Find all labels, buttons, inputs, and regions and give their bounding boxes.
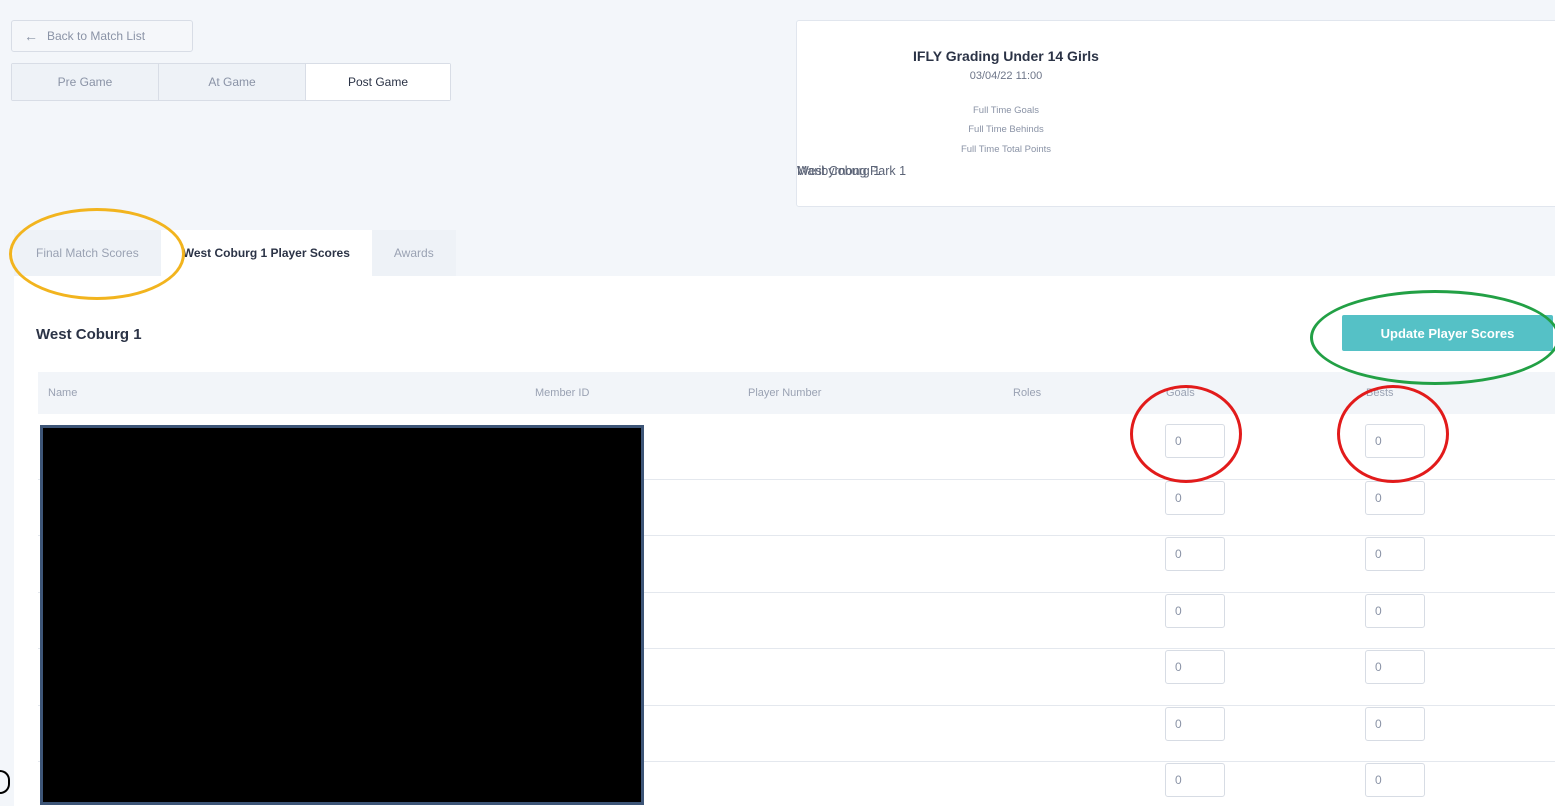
full-time-total-points-label: Full Time Total Points bbox=[960, 144, 1052, 155]
phase-tabs: Pre Game At Game Post Game bbox=[11, 63, 451, 101]
match-title: IFLY Grading Under 14 Girls bbox=[913, 48, 1099, 64]
tab-awards[interactable]: Awards bbox=[371, 230, 456, 276]
column-player-number: Player Number bbox=[748, 387, 822, 399]
redacted-player-names bbox=[40, 425, 644, 805]
table-header: Name Member ID Player Number Roles Goals… bbox=[38, 372, 1555, 414]
column-bests: Bests bbox=[1366, 387, 1394, 399]
goals-input[interactable] bbox=[1165, 706, 1225, 741]
bests-input[interactable] bbox=[1365, 706, 1425, 741]
bests-input[interactable] bbox=[1365, 537, 1425, 571]
tab-pre-game[interactable]: Pre Game bbox=[12, 64, 159, 100]
back-to-match-list-button[interactable]: ← Back to Match List bbox=[11, 20, 193, 52]
full-time-behinds-label: Full Time Behinds bbox=[968, 124, 1044, 135]
bests-input[interactable] bbox=[1365, 424, 1425, 458]
tab-post-game[interactable]: Post Game bbox=[306, 64, 450, 100]
bests-input[interactable] bbox=[1365, 763, 1425, 797]
bests-input[interactable] bbox=[1365, 480, 1425, 515]
goals-input[interactable] bbox=[1165, 763, 1225, 797]
bests-input[interactable] bbox=[1365, 650, 1425, 684]
match-datetime: 03/04/22 11:00 bbox=[969, 70, 1043, 82]
goals-input[interactable] bbox=[1165, 480, 1225, 515]
tab-at-game[interactable]: At Game bbox=[159, 64, 306, 100]
score-section-tabs: Final Match Scores West Coburg 1 Player … bbox=[14, 230, 456, 276]
back-label: Back to Match List bbox=[47, 29, 146, 43]
goals-input[interactable] bbox=[1165, 593, 1225, 628]
column-goals: Goals bbox=[1166, 387, 1195, 399]
edge-fragment bbox=[0, 770, 10, 794]
full-time-goals-label: Full Time Goals bbox=[973, 105, 1039, 116]
column-name: Name bbox=[48, 387, 78, 399]
goals-input[interactable] bbox=[1165, 424, 1225, 458]
away-team-name: West Coburg 1 bbox=[797, 164, 881, 178]
goals-input[interactable] bbox=[1165, 537, 1225, 571]
match-summary-card: IFLY Grading Under 14 Girls 03/04/22 11:… bbox=[796, 20, 1555, 207]
update-player-scores-button[interactable]: Update Player Scores bbox=[1342, 315, 1553, 351]
tab-final-match-scores[interactable]: Final Match Scores bbox=[14, 230, 161, 276]
goals-input[interactable] bbox=[1165, 650, 1225, 684]
column-member-id: Member ID bbox=[535, 387, 590, 399]
team-section-title: West Coburg 1 bbox=[36, 326, 142, 343]
bests-input[interactable] bbox=[1365, 593, 1425, 628]
arrow-left-icon: ← bbox=[24, 28, 38, 44]
tab-player-scores[interactable]: West Coburg 1 Player Scores bbox=[160, 230, 372, 276]
column-roles: Roles bbox=[1013, 387, 1042, 399]
